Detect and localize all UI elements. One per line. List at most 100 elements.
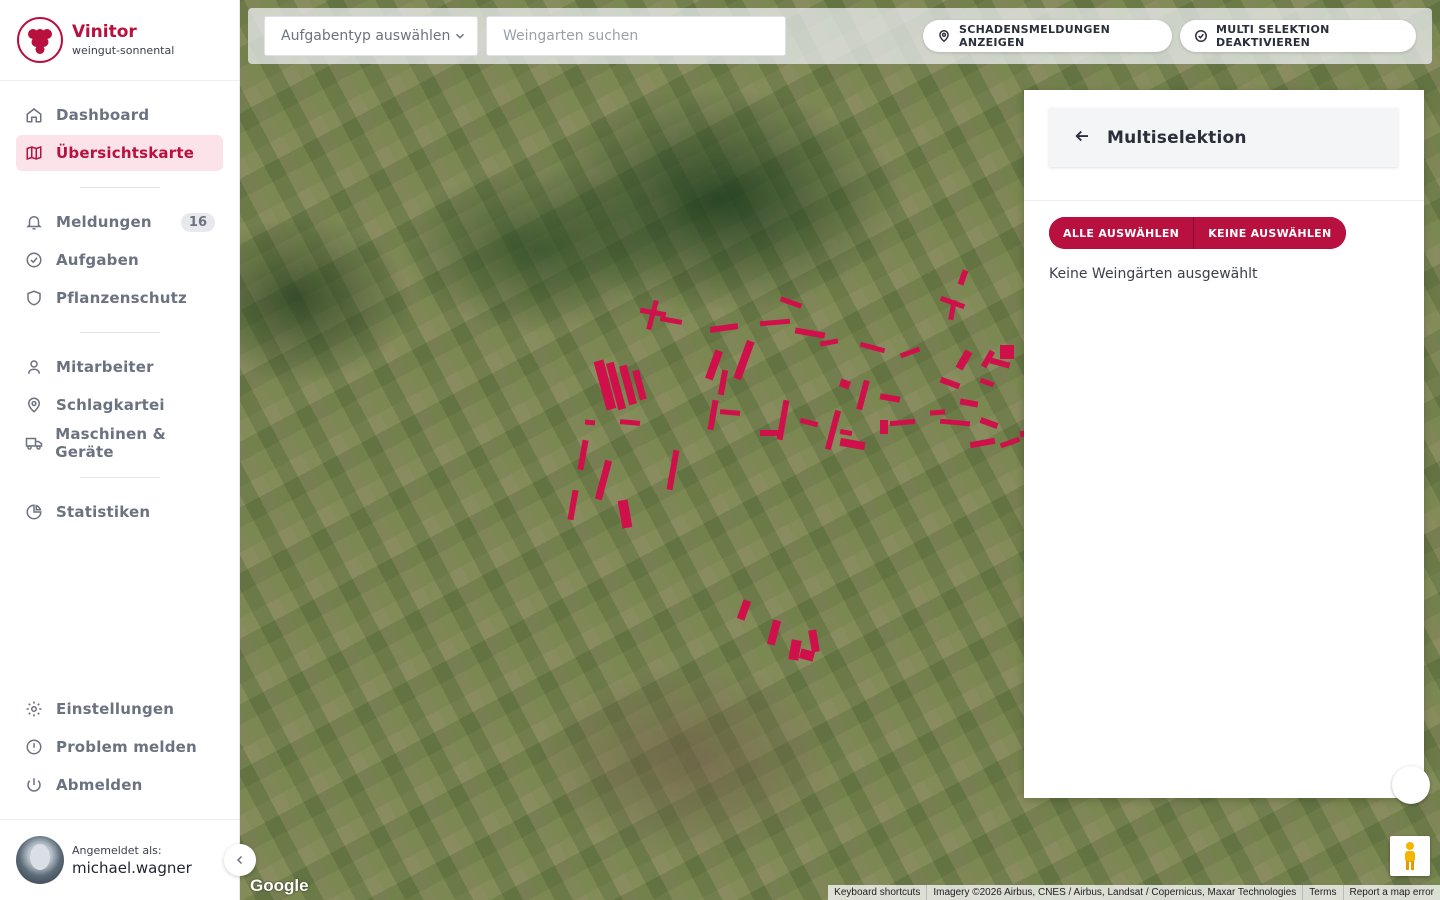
nav-item-meldungen[interactable]: Meldungen 16 bbox=[16, 204, 223, 240]
report-map-error-link[interactable]: Report a map error bbox=[1342, 885, 1440, 900]
vineyard-parcel[interactable] bbox=[979, 417, 999, 429]
user-profile[interactable]: Angemeldet als: michael.wagner bbox=[0, 819, 256, 900]
vineyard-parcel[interactable] bbox=[819, 338, 839, 347]
vineyard-parcel[interactable] bbox=[939, 418, 971, 427]
nav-item-mitarbeiter[interactable]: Mitarbeiter bbox=[16, 349, 223, 385]
nav-item-aufgaben[interactable]: Aufgaben bbox=[16, 242, 223, 278]
vineyard-parcel[interactable] bbox=[584, 419, 596, 426]
multiselect-panel: Multiselektion ALLE AUSWÄHLEN KEINE AUSW… bbox=[1024, 90, 1424, 798]
nav-item-dashboard[interactable]: Dashboard bbox=[16, 97, 223, 133]
vineyard-parcel[interactable] bbox=[959, 398, 979, 408]
chevron-left-icon bbox=[236, 855, 243, 865]
vineyard-parcel[interactable] bbox=[859, 341, 886, 354]
vineyard-parcel[interactable] bbox=[989, 357, 1011, 369]
avatar bbox=[16, 836, 64, 884]
nav-label: Abmelden bbox=[56, 776, 143, 794]
vineyard-parcel[interactable] bbox=[899, 346, 921, 359]
street-view-pegman-icon[interactable] bbox=[1390, 836, 1430, 876]
nav-label: Einstellungen bbox=[56, 700, 175, 718]
grape-logo-icon bbox=[17, 17, 63, 63]
vineyard-parcel[interactable] bbox=[760, 430, 780, 436]
brand-subtitle: weingut-sonnental bbox=[72, 43, 175, 57]
chevron-down-icon bbox=[453, 29, 467, 47]
panel-title: Multiselektion bbox=[1107, 127, 1247, 148]
vineyard-parcel[interactable] bbox=[719, 409, 741, 416]
vineyard-parcel[interactable] bbox=[794, 327, 826, 339]
vineyard-parcel[interactable] bbox=[889, 418, 916, 427]
select-all-button[interactable]: ALLE AUSWÄHLEN bbox=[1049, 217, 1194, 249]
brand[interactable]: Vinitor weingut-sonnental bbox=[0, 0, 239, 81]
keyboard-shortcuts-link[interactable]: Keyboard shortcuts bbox=[828, 885, 926, 900]
vineyard-parcel[interactable] bbox=[856, 379, 870, 411]
vineyard-parcel[interactable] bbox=[707, 399, 719, 431]
vineyard-parcel[interactable] bbox=[659, 316, 683, 325]
vineyard-parcel[interactable] bbox=[957, 269, 969, 286]
nav-item-maschinen[interactable]: Maschinen & Geräte bbox=[16, 425, 223, 461]
vineyard-parcel[interactable] bbox=[799, 417, 819, 428]
vineyard-parcel[interactable] bbox=[705, 349, 723, 381]
nav-label: Aufgaben bbox=[56, 251, 139, 269]
vineyard-parcel[interactable] bbox=[939, 376, 961, 390]
vineyard-parcel[interactable] bbox=[594, 459, 613, 501]
show-damage-reports-button[interactable]: SCHADENSMELDUNGEN ANZEIGEN bbox=[923, 20, 1172, 52]
vineyard-parcel[interactable] bbox=[838, 378, 852, 390]
panel-divider bbox=[1024, 200, 1424, 201]
alert-circle-icon bbox=[24, 737, 44, 757]
vineyard-parcel[interactable] bbox=[839, 428, 853, 437]
terms-link[interactable]: Terms bbox=[1302, 885, 1342, 900]
vineyard-parcel[interactable] bbox=[709, 323, 739, 333]
vineyard-parcel[interactable] bbox=[567, 489, 579, 521]
disable-multi-select-label: MULTI SELEKTION DEAKTIVIEREN bbox=[1216, 23, 1330, 49]
nav-item-uebersichtskarte[interactable]: Übersichtskarte bbox=[16, 135, 223, 171]
vineyard-parcel[interactable] bbox=[1000, 345, 1014, 359]
nav-item-einstellungen[interactable]: Einstellungen bbox=[16, 691, 223, 727]
task-type-select-value: Aufgabentyp auswählen bbox=[281, 28, 451, 44]
vineyard-parcel[interactable] bbox=[759, 318, 791, 327]
vineyard-parcel[interactable] bbox=[733, 339, 755, 381]
back-arrow-icon[interactable] bbox=[1073, 127, 1091, 149]
nav-label: Maschinen & Geräte bbox=[55, 425, 166, 461]
vineyard-parcel[interactable] bbox=[779, 296, 803, 309]
nav-divider bbox=[79, 187, 160, 188]
vineyard-parcel[interactable] bbox=[999, 436, 1021, 449]
vineyard-parcel[interactable] bbox=[979, 377, 995, 388]
nav-label: Pflanzenschutz bbox=[56, 289, 187, 307]
bottom-nav: Einstellungen Problem melden Abmelden bbox=[0, 691, 239, 819]
nav-label: Meldungen bbox=[56, 213, 152, 231]
truck-icon bbox=[24, 433, 43, 453]
vineyard-parcel[interactable] bbox=[824, 409, 842, 451]
select-none-button[interactable]: KEINE AUSWÄHLEN bbox=[1193, 217, 1346, 249]
vineyard-parcel[interactable] bbox=[880, 420, 888, 434]
disable-multi-select-button[interactable]: MULTI SELEKTION DEAKTIVIEREN bbox=[1180, 20, 1416, 52]
vineyard-parcel[interactable] bbox=[776, 399, 790, 441]
map-control-button[interactable] bbox=[1392, 766, 1430, 804]
nav-item-schlagkartei[interactable]: Schlagkartei bbox=[16, 387, 223, 423]
vineyard-parcel[interactable] bbox=[929, 409, 946, 416]
vineyard-parcel[interactable] bbox=[955, 349, 973, 371]
imagery-credit: Imagery ©2026 Airbus, CNES / Airbus, Lan… bbox=[926, 885, 1302, 900]
vineyard-parcel[interactable] bbox=[736, 599, 752, 621]
bell-icon bbox=[24, 212, 44, 232]
vineyard-parcel[interactable] bbox=[619, 419, 641, 426]
vineyard-parcel[interactable] bbox=[879, 393, 901, 403]
vineyard-parcel[interactable] bbox=[617, 499, 633, 529]
nav-item-pflanzenschutz[interactable]: Pflanzenschutz bbox=[16, 280, 223, 316]
map-attribution: Keyboard shortcuts Imagery ©2026 Airbus,… bbox=[828, 885, 1440, 900]
vineyard-parcel[interactable] bbox=[666, 449, 680, 491]
vineyard-parcel[interactable] bbox=[766, 619, 782, 646]
vineyard-parcel[interactable] bbox=[577, 439, 589, 471]
nav-label: Schlagkartei bbox=[56, 396, 165, 414]
nav-item-problem-melden[interactable]: Problem melden bbox=[16, 729, 223, 765]
location-pin-icon bbox=[937, 29, 951, 43]
vineyard-parcel[interactable] bbox=[969, 437, 996, 449]
vineyard-parcel[interactable] bbox=[839, 437, 866, 451]
vineyard-parcel[interactable] bbox=[717, 369, 729, 396]
task-type-select[interactable]: Aufgabentyp auswählen bbox=[264, 16, 478, 56]
nav-item-statistiken[interactable]: Statistiken bbox=[16, 494, 223, 530]
vineyard-search-input[interactable] bbox=[486, 16, 786, 56]
collapse-sidebar-button[interactable] bbox=[224, 844, 256, 876]
selection-button-group: ALLE AUSWÄHLEN KEINE AUSWÄHLEN bbox=[1049, 217, 1346, 249]
location-pin-icon bbox=[24, 395, 44, 415]
nav-item-abmelden[interactable]: Abmelden bbox=[16, 767, 223, 803]
vineyard-parcel[interactable] bbox=[808, 629, 820, 653]
